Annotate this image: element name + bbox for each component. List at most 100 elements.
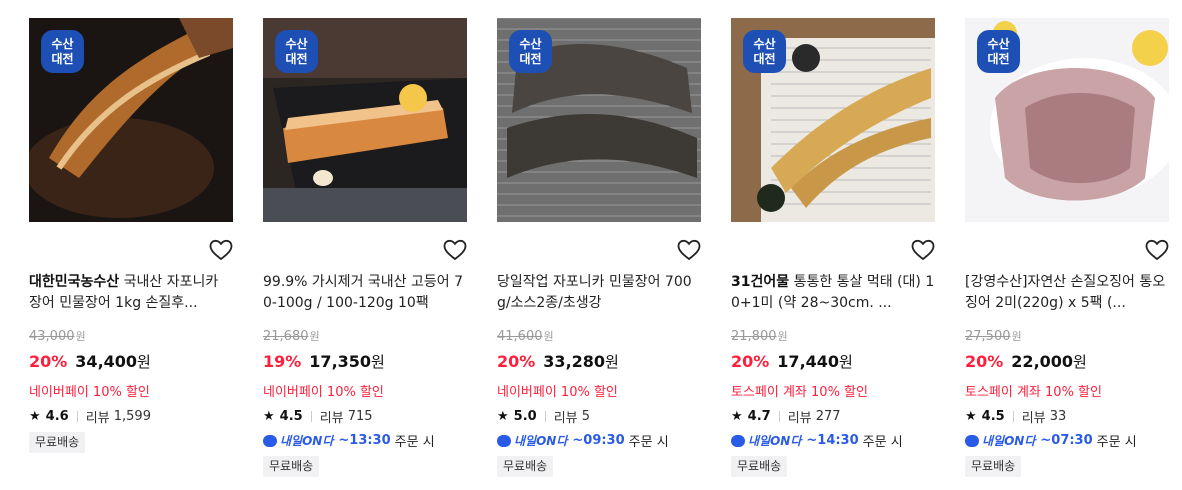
badge-line1: 수산 [519,36,542,51]
product-image[interactable]: 수산 대전 [497,18,701,222]
review-count: 1,599 [113,409,151,424]
free-shipping-tag: 무료배송 [731,456,788,477]
seafood-event-badge: 수산 대전 [275,30,318,73]
product-brand: 대한민국농수산 [29,274,120,290]
badge-line1: 수산 [285,36,308,51]
rating-row: ★ 4.5 리뷰 33 [965,407,1066,426]
badge-line2: 대전 [987,51,1010,66]
free-shipping-tag: 무료배송 [263,456,320,477]
review-label: 리뷰 [553,411,578,426]
sale-price: 20% 34,400원 [29,351,151,372]
original-price: 21,800원 [731,328,788,344]
tomorrow-delivery-logo: 내일ON다 [965,432,1035,449]
product-name: [강영수산]자연산 손질오징어 통오징어 2미(220g) x 5팩 (... [965,274,1166,311]
badge-line2: 대전 [51,51,74,66]
delivery-cutoff-time: ~14:30 [806,433,859,448]
review-count: 33 [1049,409,1067,424]
original-price: 41,600원 [497,328,554,344]
star-icon: ★ [965,409,977,424]
sale-price: 20% 22,000원 [965,351,1087,372]
product-image[interactable]: 수산 대전 [965,18,1169,222]
original-price-unit: 원 [309,330,320,343]
original-price: 21,680원 [263,328,320,344]
delivery-truck-icon [965,434,979,447]
wishlist-heart-icon[interactable] [1145,239,1169,261]
sale-price-value: 17,350 [309,352,372,371]
product-title[interactable]: 31건어물 통통한 통살 먹태 (대) 10+1미 (약 28~30cm. ..… [731,272,935,314]
rating-score: 4.6 [45,409,69,424]
divider [1012,411,1014,422]
original-price-unit: 원 [543,330,554,343]
original-price-value: 41,600 [497,329,543,344]
sale-price-unit: 원 [371,353,385,371]
free-shipping-tag: 무료배송 [965,456,1022,477]
sale-price: 20% 17,440원 [731,351,853,372]
delivery-truck-icon [263,434,277,447]
original-price: 43,000원 [29,328,86,344]
delivery-truck-icon [731,434,745,447]
rating-score: 5.0 [513,409,537,424]
product-image[interactable]: 수산 대전 [29,18,233,222]
divider [310,411,312,422]
wishlist-heart-icon[interactable] [209,239,233,261]
delivery-logo-text: 내일ON다 [748,434,802,448]
original-price-unit: 원 [1011,330,1022,343]
product-card[interactable]: 수산 대전 31건어물 통통한 통살 먹태 (대) 10+1미 (약 28~30cm… [731,18,935,477]
rating-row: ★ 5.0 리뷰 5 [497,407,590,426]
seafood-event-badge: 수산 대전 [509,30,552,73]
star-icon: ★ [29,409,41,424]
product-title[interactable]: 당일작업 자포니카 민물장어 700g/소스2종/초생강 [497,272,701,314]
badge-line2: 대전 [519,51,542,66]
star-icon: ★ [497,409,509,424]
product-image[interactable]: 수산 대전 [731,18,935,222]
sale-price-value: 22,000 [1011,352,1074,371]
sale-price-value: 17,440 [777,352,840,371]
discount-rate: 20% [497,352,536,371]
product-image[interactable]: 수산 대전 [263,18,467,222]
original-price: 27,500원 [965,328,1022,344]
seafood-event-badge: 수산 대전 [41,30,84,73]
badge-line1: 수산 [51,36,74,51]
original-price-unit: 원 [777,330,788,343]
tomorrow-delivery-logo: 내일ON다 [731,432,801,449]
delivery-suffix: 주문 시 [628,435,669,450]
discount-rate: 20% [731,352,770,371]
delivery-truck-icon [497,434,511,447]
badge-line1: 수산 [987,36,1010,51]
sale-price-unit: 원 [1073,353,1087,371]
discount-rate: 20% [965,352,1004,371]
delivery-info: 내일ON다 ~13:30 주문 시 [263,431,435,450]
badge-line2: 대전 [753,51,776,66]
payment-promo: 네이버페이 10% 할인 [497,385,618,400]
review-count: 277 [815,409,841,424]
review-count: 715 [347,409,373,424]
wishlist-heart-icon[interactable] [677,239,701,261]
product-card[interactable]: 수산 대전 [강영수산]자연산 손질오징어 통오징어 2미(220g) x 5팩 (… [965,18,1169,477]
delivery-suffix: 주문 시 [862,435,903,450]
sale-price: 20% 33,280원 [497,351,619,372]
payment-promo: 네이버페이 10% 할인 [29,385,150,400]
product-title[interactable]: 99.9% 가시제거 국내산 고등어 70-100g / 100-120g 10… [263,272,467,314]
divider [778,411,780,422]
product-name: 99.9% 가시제거 국내산 고등어 70-100g / 100-120g 10… [263,274,463,311]
product-card[interactable]: 수산 대전대한민국농수산 국내산 자포니카 장어 민물장어 1kg 손질후... 4… [29,18,233,453]
tomorrow-delivery-logo: 내일ON다 [263,432,333,449]
review-label: 리뷰 [1021,411,1046,426]
delivery-info: 내일ON다 ~14:30 주문 시 [731,431,903,450]
rating-row: ★ 4.7 리뷰 277 [731,407,841,426]
sale-price-unit: 원 [839,353,853,371]
review-count: 5 [581,409,591,424]
product-title[interactable]: 대한민국농수산 국내산 자포니카 장어 민물장어 1kg 손질후... [29,272,233,314]
rating-score: 4.5 [981,409,1005,424]
product-title[interactable]: [강영수산]자연산 손질오징어 통오징어 2미(220g) x 5팩 (... [965,272,1169,314]
sale-price-unit: 원 [605,353,619,371]
original-price-value: 27,500 [965,329,1011,344]
wishlist-heart-icon[interactable] [911,239,935,261]
product-grid: 수산 대전 대한민국농수산 국내산 자포니카 장어 민물장어 1kg 손질후... 4… [0,0,1182,490]
product-card[interactable]: 수산 대전 99.9% 가시제거 국내산 고등어 70-100g / 100-120… [263,18,467,477]
product-card[interactable]: 수산 대전 당일작업 자포니카 민물장어 700g/소스2종/초생강 41,600원 2… [497,18,701,477]
badge-line2: 대전 [285,51,308,66]
delivery-cutoff-time: ~13:30 [338,433,391,448]
original-price-value: 21,800 [731,329,777,344]
wishlist-heart-icon[interactable] [443,239,467,261]
